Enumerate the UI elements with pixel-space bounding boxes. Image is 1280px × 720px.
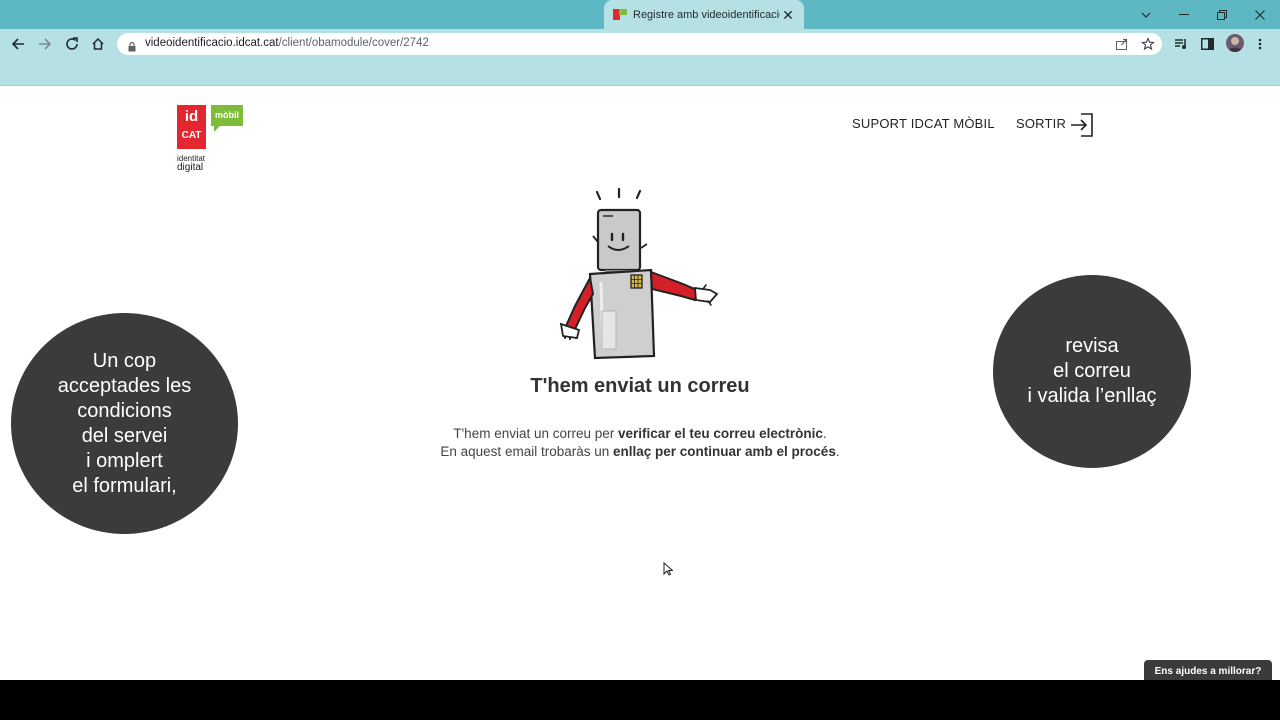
- feedback-button[interactable]: Ens ajudes a millorar?: [1144, 660, 1272, 681]
- sidebar-icon[interactable]: [1201, 37, 1214, 55]
- info-bubble-left: Un cop acceptades les condicions del ser…: [11, 313, 238, 534]
- back-icon[interactable]: [7, 33, 29, 55]
- address-bar[interactable]: videoidentificacio.idcat.cat/client/obam…: [117, 33, 1162, 55]
- close-window-icon[interactable]: [1241, 0, 1279, 29]
- maximize-icon[interactable]: [1203, 0, 1241, 29]
- browser-tab[interactable]: Registre amb videoidentificació ✕: [604, 0, 804, 29]
- info-bubble-right-text: revisa el correu i valida l’enllaç: [1027, 335, 1157, 407]
- support-link[interactable]: SUPORT IDCAT MÒBIL: [852, 116, 995, 131]
- page-content: id CAT mòbil identitat digital SUPORT ID…: [0, 86, 1280, 681]
- logo-idcat-block: id CAT: [177, 105, 206, 149]
- minimize-icon[interactable]: [1165, 0, 1203, 29]
- exit-icon[interactable]: [1069, 112, 1095, 138]
- robot-illustration: [559, 187, 719, 360]
- home-icon[interactable]: [87, 33, 109, 55]
- tab-title: Registre amb videoidentificació: [633, 8, 780, 21]
- lock-icon[interactable]: [128, 39, 136, 57]
- url-text: videoidentificacio.idcat.cat/client/obam…: [145, 37, 429, 49]
- share-icon[interactable]: [1115, 37, 1129, 56]
- exit-link[interactable]: SORTIR: [1016, 116, 1066, 131]
- tab-close-icon[interactable]: ✕: [780, 7, 796, 23]
- os-taskbar: [0, 680, 1280, 720]
- logo-mobil-bubble: mòbil: [211, 105, 243, 132]
- reload-icon[interactable]: [61, 33, 83, 55]
- info-bubble-left-text: Un cop acceptades les condicions del ser…: [57, 349, 192, 497]
- info-bubble-right: revisa el correu i valida l’enllaç: [993, 275, 1191, 468]
- idcat-favicon-icon: [613, 9, 627, 20]
- profile-avatar[interactable]: [1226, 34, 1244, 52]
- forward-icon[interactable]: [34, 33, 56, 55]
- idcat-mobil-logo[interactable]: id CAT mòbil identitat digital: [177, 105, 247, 175]
- menu-icon[interactable]: [1258, 37, 1262, 55]
- media-icon[interactable]: [1174, 37, 1188, 55]
- star-icon[interactable]: [1141, 37, 1155, 56]
- tab-list-icon[interactable]: [1127, 0, 1165, 29]
- bookmarks-bar: [0, 58, 1280, 86]
- logo-subtitle: identitat digital: [177, 154, 206, 173]
- mouse-cursor-icon: [663, 561, 674, 581]
- browser-titlebar: Registre amb videoidentificació ✕: [0, 0, 1280, 29]
